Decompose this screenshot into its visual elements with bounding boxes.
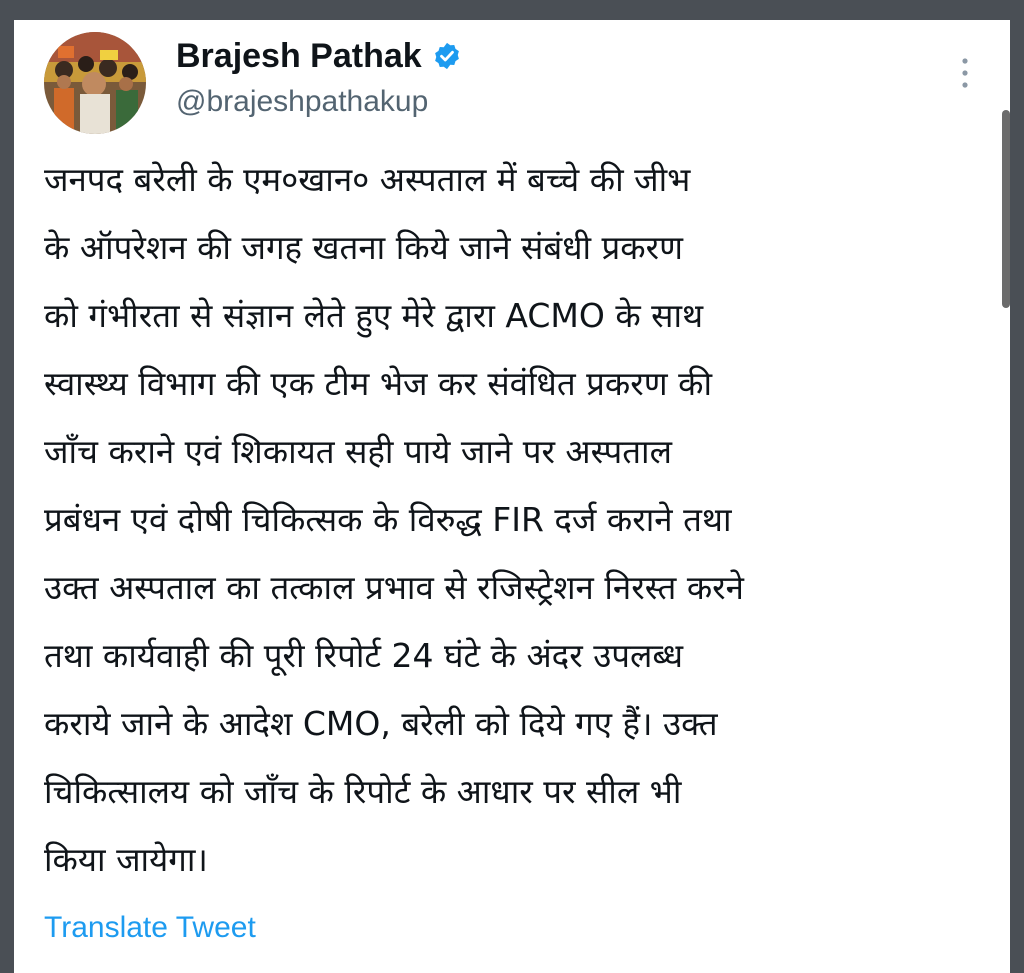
tweet-text: जनपद बरेली के एम०खान० अस्पताल में बच्चे …: [44, 146, 984, 894]
verified-badge-icon: [432, 41, 462, 71]
tweet-text-line: स्वास्थ्य विभाग की एक टीम भेज कर संवंधित…: [44, 364, 713, 403]
author-avatar[interactable]: [44, 32, 146, 134]
tweet-text-line: किया जायेगा।: [44, 840, 208, 879]
tweet-text-line: प्रबंधन एवं दोषी चिकित्सक के विरुद्ध FIR…: [44, 500, 732, 539]
author-name-row[interactable]: Brajesh Pathak: [176, 36, 462, 76]
avatar-image: [44, 32, 146, 134]
tweet-text-line: चिकित्सालय को जाँच के रिपोर्ट के आधार पर…: [44, 772, 682, 811]
author-display-name: Brajesh Pathak: [176, 37, 422, 75]
tweet-text-line: को गंभीरता से संज्ञान लेते हुए मेरे द्वा…: [44, 296, 704, 335]
author-handle[interactable]: @brajeshpathakup: [176, 84, 428, 120]
tweet-card: Brajesh Pathak @brajeshpathakup जनपद बरे…: [14, 20, 1010, 973]
translate-tweet-link[interactable]: Translate Tweet: [44, 908, 256, 948]
tweet-text-line: के ऑपरेशन की जगह खतना किये जाने संबंधी प…: [44, 228, 684, 267]
tweet-text-line: कराये जाने के आदेश CMO, बरेली को दिये गए…: [44, 704, 718, 743]
tweet-text-line: जनपद बरेली के एम०खान० अस्पताल में बच्चे …: [44, 160, 691, 199]
tweet-text-line: तथा कार्यवाही की पूरी रिपोर्ट 24 घंटे के…: [44, 636, 684, 675]
more-vertical-icon[interactable]: [958, 56, 972, 90]
scrollbar-thumb[interactable]: [1002, 110, 1010, 308]
tweet-text-line: उक्त अस्पताल का तत्काल प्रभाव से रजिस्ट्…: [44, 568, 744, 607]
tweet-text-line: जाँच कराने एवं शिकायत सही पाये जाने पर अ…: [44, 432, 672, 471]
